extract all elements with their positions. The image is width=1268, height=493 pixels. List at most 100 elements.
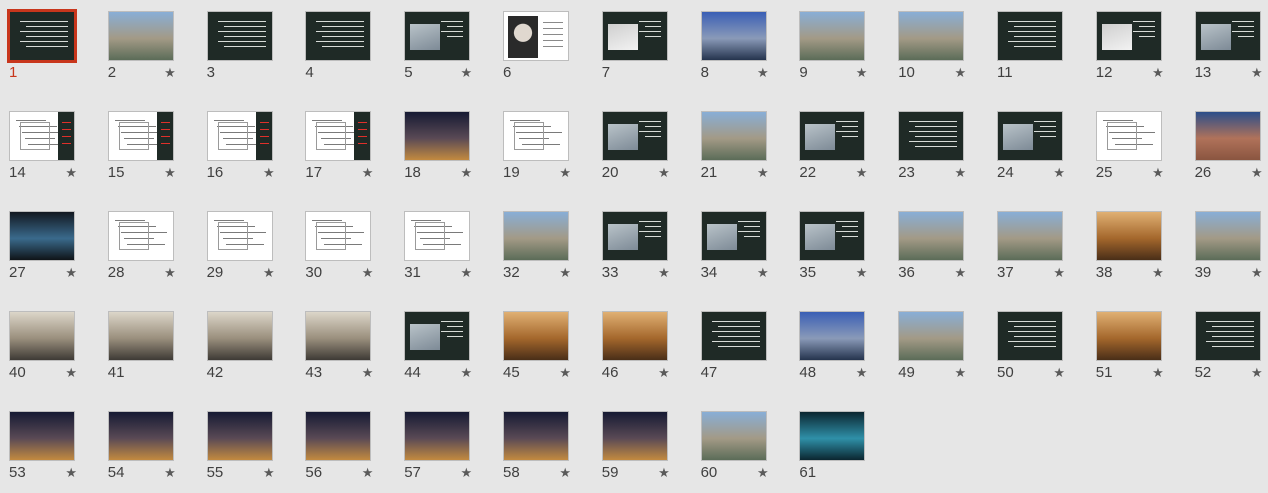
slide-preview[interactable] xyxy=(898,11,965,61)
slide-preview[interactable] xyxy=(997,111,1063,161)
star-icon[interactable]: ★ xyxy=(1251,66,1263,80)
slide-preview[interactable] xyxy=(700,211,767,261)
slide-preview[interactable] xyxy=(601,411,668,461)
slide-thumbnail-55[interactable]: 55 ★ xyxy=(206,411,275,485)
slide-preview[interactable] xyxy=(107,211,174,261)
slide-preview[interactable] xyxy=(1194,311,1261,361)
slide-thumbnail-61[interactable]: 61 xyxy=(799,411,866,485)
slide-thumbnail-33[interactable]: 33 ★ xyxy=(601,211,670,285)
slide-preview[interactable] xyxy=(107,111,174,161)
slide-thumbnail-36[interactable]: 36 ★ xyxy=(898,211,967,285)
slide-preview[interactable] xyxy=(107,311,174,361)
slide-preview[interactable] xyxy=(700,111,767,161)
slide-preview[interactable] xyxy=(799,11,866,61)
slide-thumbnail-10[interactable]: 10 ★ xyxy=(898,11,967,85)
star-icon[interactable]: ★ xyxy=(658,466,670,480)
slide-preview[interactable] xyxy=(799,411,866,461)
slide-thumbnail-16[interactable]: 16 ★ xyxy=(206,111,275,185)
slide-thumbnail-24[interactable]: 24 ★ xyxy=(997,111,1065,185)
slide-preview[interactable] xyxy=(206,411,273,461)
slide-preview[interactable] xyxy=(799,111,866,161)
slide-thumbnail-35[interactable]: 35 ★ xyxy=(799,211,867,285)
slide-preview[interactable] xyxy=(206,111,273,161)
slide-thumbnail-27[interactable]: 27 ★ xyxy=(9,211,77,285)
slide-preview[interactable] xyxy=(404,411,471,461)
slide-preview[interactable] xyxy=(997,11,1063,61)
slide-thumbnail-56[interactable]: 56 ★ xyxy=(305,411,373,485)
slide-thumbnail-28[interactable]: 28 ★ xyxy=(107,211,176,285)
star-icon[interactable]: ★ xyxy=(955,166,967,180)
slide-thumbnail-19[interactable]: 19 ★ xyxy=(503,111,571,185)
slide-thumbnail-17[interactable]: 17 ★ xyxy=(305,111,374,185)
slide-thumbnail-4[interactable]: 4 xyxy=(305,11,372,85)
star-icon[interactable]: ★ xyxy=(1251,166,1263,180)
slide-thumbnail-40[interactable]: 40 ★ xyxy=(9,311,77,385)
slide-thumbnail-42[interactable]: 42 xyxy=(206,311,273,385)
star-icon[interactable]: ★ xyxy=(559,466,571,480)
slide-preview[interactable] xyxy=(107,411,174,461)
slide-preview[interactable] xyxy=(503,411,569,461)
star-icon[interactable]: ★ xyxy=(263,266,275,280)
slide-thumbnail-47[interactable]: 47 xyxy=(700,311,767,385)
star-icon[interactable]: ★ xyxy=(658,266,670,280)
slide-thumbnail-23[interactable]: 23 ★ xyxy=(898,111,967,185)
slide-preview[interactable] xyxy=(1194,111,1261,161)
slide-thumbnail-49[interactable]: 49 ★ xyxy=(898,311,966,385)
slide-thumbnail-22[interactable]: 22 ★ xyxy=(799,111,867,185)
star-icon[interactable]: ★ xyxy=(263,166,275,180)
star-icon[interactable]: ★ xyxy=(955,266,967,280)
star-icon[interactable]: ★ xyxy=(559,266,571,280)
star-icon[interactable]: ★ xyxy=(65,366,77,380)
slide-preview[interactable] xyxy=(503,11,569,61)
star-icon[interactable]: ★ xyxy=(757,466,769,480)
slide-thumbnail-20[interactable]: 20 ★ xyxy=(601,111,670,185)
star-icon[interactable]: ★ xyxy=(461,466,473,480)
slide-preview[interactable] xyxy=(700,411,767,461)
slide-preview[interactable] xyxy=(1194,11,1261,61)
star-icon[interactable]: ★ xyxy=(461,366,473,380)
star-icon[interactable]: ★ xyxy=(1152,266,1164,280)
slide-thumbnail-2[interactable]: 2 ★ xyxy=(107,11,176,85)
star-icon[interactable]: ★ xyxy=(757,166,769,180)
slide-preview[interactable] xyxy=(404,311,471,361)
slide-thumbnail-51[interactable]: 51 ★ xyxy=(1095,311,1164,385)
star-icon[interactable]: ★ xyxy=(856,366,868,380)
star-icon[interactable]: ★ xyxy=(559,366,571,380)
slide-preview[interactable] xyxy=(206,311,273,361)
slide-thumbnail-60[interactable]: 60 ★ xyxy=(700,411,769,485)
slide-preview[interactable] xyxy=(601,211,668,261)
star-icon[interactable]: ★ xyxy=(757,266,769,280)
slide-thumbnail-48[interactable]: 48 ★ xyxy=(799,311,868,385)
slide-preview[interactable] xyxy=(601,311,668,361)
star-icon[interactable]: ★ xyxy=(1251,266,1263,280)
slide-preview[interactable] xyxy=(206,211,273,261)
star-icon[interactable]: ★ xyxy=(65,166,77,180)
slide-preview[interactable] xyxy=(898,111,965,161)
star-icon[interactable]: ★ xyxy=(164,466,176,480)
star-icon[interactable]: ★ xyxy=(362,166,374,180)
slide-thumbnail-11[interactable]: 11 xyxy=(997,11,1063,85)
slide-preview[interactable] xyxy=(305,311,372,361)
slide-thumbnail-13[interactable]: 13 ★ xyxy=(1194,11,1263,85)
slide-preview[interactable] xyxy=(206,11,273,61)
slide-preview[interactable] xyxy=(1095,311,1162,361)
slide-thumbnail-57[interactable]: 57 ★ xyxy=(404,411,473,485)
slide-preview[interactable] xyxy=(1095,211,1162,261)
slide-thumbnail-43[interactable]: 43 ★ xyxy=(305,311,374,385)
slide-preview[interactable] xyxy=(601,11,668,61)
star-icon[interactable]: ★ xyxy=(461,66,473,80)
slide-thumbnail-53[interactable]: 53 ★ xyxy=(9,411,77,485)
slide-thumbnail-41[interactable]: 41 xyxy=(107,311,174,385)
slide-preview[interactable] xyxy=(305,411,372,461)
slide-preview[interactable] xyxy=(7,9,77,63)
slide-preview[interactable] xyxy=(9,411,75,461)
star-icon[interactable]: ★ xyxy=(1152,166,1164,180)
slide-thumbnail-32[interactable]: 32 ★ xyxy=(503,211,571,285)
slide-preview[interactable] xyxy=(601,111,668,161)
slide-thumbnail-37[interactable]: 37 ★ xyxy=(997,211,1065,285)
slide-thumbnail-25[interactable]: 25 ★ xyxy=(1095,111,1164,185)
star-icon[interactable]: ★ xyxy=(362,366,374,380)
star-icon[interactable]: ★ xyxy=(955,66,967,80)
slide-preview[interactable] xyxy=(700,311,767,361)
star-icon[interactable]: ★ xyxy=(164,166,176,180)
